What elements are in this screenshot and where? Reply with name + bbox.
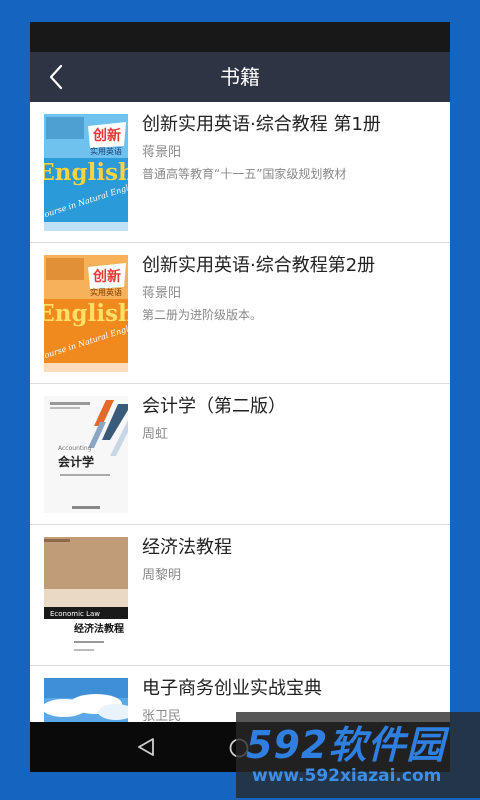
book-title: 电子商务创业实战宝典 — [142, 678, 322, 699]
svg-text:Economic Law: Economic Law — [50, 610, 100, 618]
book-author: 蒋景阳 — [142, 145, 182, 160]
nav-back-icon[interactable] — [135, 736, 157, 758]
book-item[interactable]: Accounting 会计学 会计学（第二版） 周虹 — [30, 384, 450, 525]
svg-text:会计学: 会计学 — [58, 454, 94, 469]
svg-text:实用英语: 实用英语 — [90, 287, 122, 297]
book-cover: 创新 实用英语 English A Course in Natural Engl… — [44, 255, 128, 372]
book-title: 创新实用英语·综合教程第2册 — [142, 255, 376, 276]
book-cover: Accounting 会计学 — [44, 396, 128, 513]
watermark-brand: 592软件园 — [246, 723, 446, 767]
book-item[interactable]: 创新 实用英语 English A Course in Natural Engl… — [30, 243, 450, 384]
book-cover: 创新 实用英语 English A Course in Natural Engl… — [44, 114, 128, 231]
book-item[interactable]: Economic Law 经济法教程 经济法教程 周黎明 — [30, 525, 450, 666]
book-item[interactable]: 创新 实用英语 English A Course in Natural Engl… — [30, 102, 450, 243]
page-title: 书籍 — [220, 65, 260, 89]
book-title: 经济法教程 — [142, 537, 232, 558]
svg-text:Accounting: Accounting — [58, 445, 92, 452]
status-bar — [30, 22, 450, 52]
svg-text:创新: 创新 — [92, 268, 121, 285]
book-author: 周虹 — [142, 427, 169, 442]
book-cover — [44, 678, 128, 722]
book-title: 会计学（第二版） — [142, 396, 286, 417]
phone-screen: 书籍 创新 实用英语 English A Course in Natural E… — [30, 22, 450, 772]
svg-text:English: English — [44, 300, 128, 327]
back-icon[interactable] — [42, 62, 72, 92]
book-author: 周黎明 — [142, 568, 182, 583]
book-description: 第二册为进阶级版本。 — [142, 308, 263, 322]
site-watermark: 592软件园 www.592xiazai.com — [236, 712, 480, 798]
svg-text:English: English — [44, 159, 128, 186]
book-list[interactable]: 创新 实用英语 English A Course in Natural Engl… — [30, 102, 450, 722]
book-cover: Economic Law 经济法教程 — [44, 537, 128, 654]
book-author: 蒋景阳 — [142, 286, 182, 301]
svg-text:创新: 创新 — [92, 127, 121, 144]
svg-text:实用英语: 实用英语 — [90, 146, 122, 156]
svg-text:经济法教程: 经济法教程 — [74, 622, 124, 635]
book-description: 普通高等教育“十一五”国家级规划教材 — [142, 167, 347, 181]
book-title: 创新实用英语·综合教程 第1册 — [142, 114, 381, 135]
watermark-url: www.592xiazai.com — [252, 766, 442, 786]
app-bar: 书籍 — [30, 52, 450, 102]
